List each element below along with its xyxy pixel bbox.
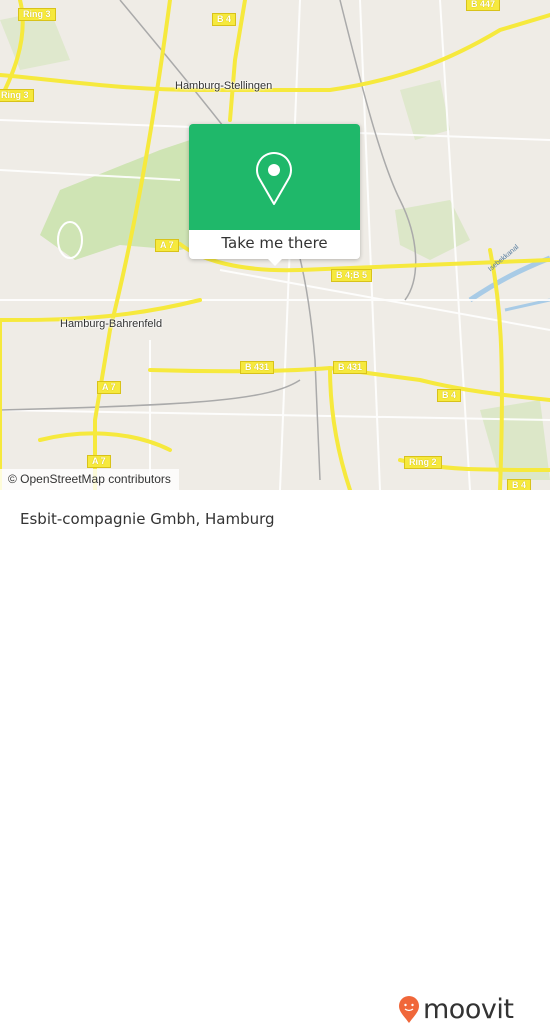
- popup-pointer: [267, 258, 283, 266]
- road-shield: Ring 3: [0, 89, 34, 102]
- popup-header: [189, 124, 360, 230]
- location-title: Esbit-compagnie Gmbh, Hamburg: [20, 510, 275, 528]
- map-attribution[interactable]: © OpenStreetMap contributors: [0, 469, 179, 490]
- moovit-logo[interactable]: moovit: [398, 994, 514, 1025]
- place-label: Hamburg-Bahrenfeld: [60, 318, 163, 330]
- location-popup[interactable]: Take me there: [189, 124, 360, 266]
- road-shield: Ring 3: [18, 8, 56, 21]
- place-label: Hamburg-Stellingen: [175, 80, 273, 92]
- road-shield: B 447: [466, 0, 501, 11]
- take-me-there-button[interactable]: Take me there: [189, 230, 360, 259]
- road-shield: B 4: [437, 389, 462, 402]
- road-shield: A 7: [97, 381, 121, 394]
- moovit-pin-icon: [399, 995, 419, 1023]
- footer: Esbit-compagnie Gmbh, Hamburg moovit: [0, 490, 550, 1025]
- road-shield: B 431: [240, 361, 275, 374]
- attribution-text[interactable]: © OpenStreetMap contributors: [8, 472, 171, 486]
- road-shield: B 431: [333, 361, 368, 374]
- road-shield: B 4: [507, 479, 532, 490]
- road-shield: A 7: [155, 239, 179, 252]
- road-shield: B 4: [212, 13, 237, 26]
- map[interactable]: Ring 3 B 4 B 447 Ring 3 A 7 B 4;B 5 B 43…: [0, 0, 550, 490]
- road-shield: A 7: [87, 455, 111, 468]
- map-pin-icon: [256, 152, 292, 205]
- road-shield: B 4;B 5: [331, 269, 373, 282]
- road-shield: Ring 2: [404, 456, 442, 469]
- logo-text: moovit: [423, 994, 514, 1025]
